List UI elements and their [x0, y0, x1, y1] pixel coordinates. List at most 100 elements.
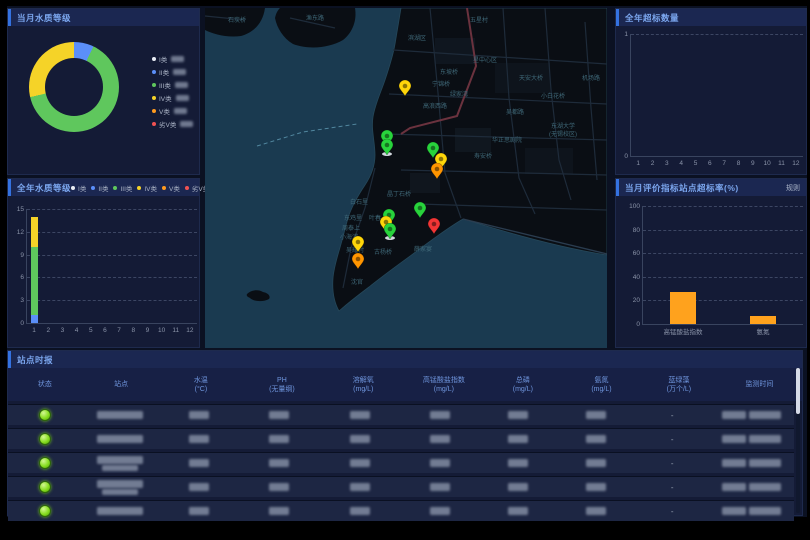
redacted-station [97, 456, 143, 464]
redacted-value [174, 108, 187, 114]
station-pin-orange[interactable] [352, 253, 364, 269]
rate-bar [750, 316, 776, 324]
time-cell [710, 429, 794, 449]
station-pin-red[interactable] [428, 218, 440, 234]
x-tick-label: 12 [792, 160, 799, 167]
column-header-line2: (万个/L) [641, 385, 717, 394]
legend-label: V类 [159, 106, 170, 116]
value-cell [400, 429, 479, 449]
value-cell [319, 477, 400, 497]
redacted-time [749, 459, 781, 467]
station-pin-yellow[interactable] [399, 80, 411, 96]
column-header: 高锰酸盐指数(mg/L) [404, 376, 483, 394]
table-scrollbar-thumb[interactable] [796, 368, 800, 414]
panel-title: 全年水质等级 [17, 182, 71, 194]
value-cell [159, 453, 239, 473]
legend-item[interactable]: V类 [162, 183, 180, 193]
value-cell [239, 453, 319, 473]
rate-bar [670, 292, 696, 324]
station-pin-green[interactable] [384, 223, 396, 239]
legend-item[interactable]: 劣V类 [152, 119, 193, 129]
redacted-value [189, 435, 209, 443]
redacted-value [508, 435, 528, 443]
column-header-line2: (mg/L) [484, 385, 563, 394]
map[interactable]: 石炭桥渔东路滨湖区五星村星中心区东坡桥宁锦桥绿家湾天安大桥小白花桥机场路高浪西路… [205, 8, 607, 348]
panel-month-rate: 当月评价指标站点超标率(%) 规则 020406080100高锰酸盐指数氨氮 [615, 178, 807, 348]
legend-dot-icon [152, 57, 156, 61]
redacted-value [350, 483, 370, 491]
algae-cell: - [634, 453, 709, 473]
x-tick-label: 11 [172, 327, 179, 334]
y-tick-label: 0 [626, 321, 640, 328]
status-cell [8, 501, 81, 521]
column-header: 站点 [82, 380, 161, 389]
redacted-time [749, 435, 781, 443]
value-cell [479, 501, 557, 521]
legend-label: I类 [78, 183, 86, 193]
value-cell [239, 405, 319, 425]
panel-title: 当月水质等级 [17, 12, 71, 24]
table-row[interactable]: - [8, 404, 794, 425]
table-row[interactable]: - [8, 500, 794, 521]
column-header-line2: (mg/L) [562, 385, 641, 394]
redacted-value [269, 411, 289, 419]
panel-year-exceed-header: 全年超标数量 [616, 9, 806, 26]
value-cell [557, 429, 635, 449]
panel-month-rate-header: 当月评价指标站点超标率(%) 规则 [616, 179, 806, 196]
redacted-value [508, 507, 528, 515]
column-header: PH(无量纲) [241, 376, 322, 394]
redacted-value [350, 459, 370, 467]
legend-item[interactable]: II类 [91, 183, 108, 193]
legend-item[interactable]: I类 [152, 54, 193, 64]
redacted-value [269, 507, 289, 515]
column-header-line2: (°C) [160, 385, 241, 394]
redacted-value [586, 507, 606, 515]
value-cell [239, 429, 319, 449]
legend-dot-icon [162, 186, 166, 190]
redacted-value [350, 411, 370, 419]
y-tick-label: 0 [10, 320, 24, 327]
panel-year-quality: 全年水质等级 I类II类III类IV类V类劣V类 036912151234567… [7, 178, 200, 348]
table-body: - - - - - [8, 401, 794, 521]
legend-item[interactable]: III类 [113, 183, 132, 193]
legend-item[interactable]: IV类 [152, 93, 193, 103]
x-tick-label: 7 [117, 327, 121, 334]
gridline [643, 253, 803, 254]
table-row[interactable]: - [8, 476, 794, 497]
bar-segment [31, 247, 38, 315]
redacted-value [586, 459, 606, 467]
legend-item[interactable]: III类 [152, 80, 193, 90]
x-tick-label: 9 [751, 160, 755, 167]
legend-item[interactable]: II类 [152, 67, 193, 77]
year-quality-legend: I类II类III类IV类V类劣V类 [71, 183, 209, 193]
legend-dot-icon [152, 122, 156, 126]
value-cell [557, 501, 635, 521]
legend-dot-icon [91, 186, 95, 190]
table-scrollbar[interactable] [796, 368, 800, 513]
table-row[interactable]: - [8, 428, 794, 449]
panel-station-report-header: 站点时报 [8, 351, 802, 368]
legend-item[interactable]: IV类 [137, 183, 157, 193]
value-cell [319, 501, 400, 521]
x-tick-label: 10 [764, 160, 771, 167]
status-cell [8, 429, 81, 449]
y-tick-label: 9 [10, 252, 24, 259]
value-cell [239, 501, 319, 521]
station-pin-green[interactable] [381, 139, 393, 155]
column-header-line2: (无量纲) [241, 385, 322, 394]
legend-item[interactable]: I类 [71, 183, 86, 193]
redacted-value [350, 435, 370, 443]
rules-link[interactable]: 规则 [786, 183, 800, 193]
value-cell [557, 405, 635, 425]
legend-dot-icon [152, 83, 156, 87]
table-row[interactable]: - [8, 452, 794, 473]
status-cell [8, 477, 81, 497]
month-quality-legend: I类 II类 III类 IV类 V类劣V类 [152, 54, 193, 129]
station-pin-orange[interactable] [431, 163, 443, 179]
station-pin-green[interactable] [414, 202, 426, 218]
redacted-time [749, 483, 781, 491]
y-tick-label: 20 [626, 297, 640, 304]
status-ok-icon [39, 409, 51, 421]
station-pin-yellow[interactable] [352, 236, 364, 252]
legend-item[interactable]: V类 [152, 106, 193, 116]
